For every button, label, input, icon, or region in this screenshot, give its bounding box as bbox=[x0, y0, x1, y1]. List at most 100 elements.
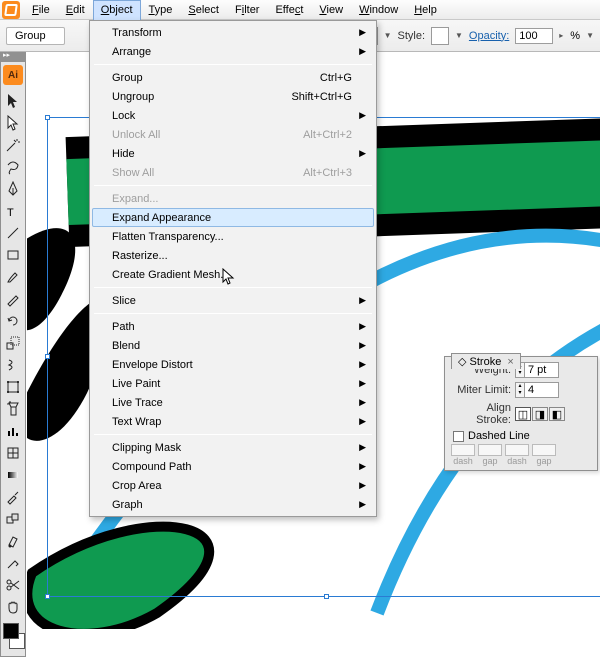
menu-item-crop-area[interactable]: Crop Area▶ bbox=[92, 476, 374, 495]
menu-item-graph[interactable]: Graph▶ bbox=[92, 495, 374, 514]
blend-tool[interactable] bbox=[3, 509, 23, 529]
menu-item-flatten-transparency[interactable]: Flatten Transparency... bbox=[92, 227, 374, 246]
column-graph-tool[interactable] bbox=[3, 421, 23, 441]
stroke-panel-tab[interactable]: ◇ Stroke × bbox=[451, 353, 521, 369]
weight-field[interactable] bbox=[525, 362, 559, 378]
menu-edit[interactable]: Edit bbox=[58, 0, 93, 20]
gap-field-1[interactable] bbox=[478, 444, 502, 456]
rotate-tool[interactable] bbox=[3, 311, 23, 331]
menu-item-rasterize[interactable]: Rasterize... bbox=[92, 246, 374, 265]
menu-item-show-all: Show AllAlt+Ctrl+3 bbox=[92, 163, 374, 182]
dash-field-2[interactable] bbox=[505, 444, 529, 456]
eyedropper-tool[interactable] bbox=[3, 487, 23, 507]
percent-label: % bbox=[570, 30, 580, 42]
dashed-line-label: Dashed Line bbox=[468, 430, 530, 442]
menu-item-arrange[interactable]: Arrange▶ bbox=[92, 42, 374, 61]
selection-tool[interactable] bbox=[3, 91, 23, 111]
slice-tool[interactable] bbox=[3, 553, 23, 573]
fill-stroke-swatches[interactable] bbox=[3, 623, 25, 649]
menu-item-compound-path[interactable]: Compound Path▶ bbox=[92, 457, 374, 476]
menu-select[interactable]: Select bbox=[180, 0, 227, 20]
align-outside[interactable]: ◧ bbox=[549, 407, 565, 421]
menu-effect[interactable]: Effect bbox=[267, 0, 311, 20]
chevron-down-icon[interactable]: ▼ bbox=[384, 31, 392, 40]
warp-tool[interactable] bbox=[3, 355, 23, 375]
menu-item-slice[interactable]: Slice▶ bbox=[92, 291, 374, 310]
submenu-arrow-icon: ▶ bbox=[359, 359, 366, 370]
submenu-arrow-icon: ▶ bbox=[359, 480, 366, 491]
menu-object[interactable]: Object bbox=[93, 0, 141, 20]
gap-field-2[interactable] bbox=[532, 444, 556, 456]
gradient-tool[interactable] bbox=[3, 465, 23, 485]
menu-item-live-paint[interactable]: Live Paint▶ bbox=[92, 374, 374, 393]
submenu-arrow-icon: ▶ bbox=[359, 340, 366, 351]
menu-file[interactable]: File bbox=[24, 0, 58, 20]
scale-tool[interactable] bbox=[3, 333, 23, 353]
align-stroke-buttons[interactable]: ◫ ◨ ◧ bbox=[515, 407, 565, 421]
selection-type[interactable]: Group bbox=[6, 27, 65, 45]
menu-item-expand: Expand... bbox=[92, 189, 374, 208]
menu-item-live-trace[interactable]: Live Trace▶ bbox=[92, 393, 374, 412]
menu-view[interactable]: View bbox=[311, 0, 351, 20]
menu-help[interactable]: Help bbox=[406, 0, 445, 20]
align-inside[interactable]: ◨ bbox=[532, 407, 548, 421]
rectangle-tool[interactable] bbox=[3, 245, 23, 265]
lasso-tool[interactable] bbox=[3, 157, 23, 177]
submenu-arrow-icon: ▶ bbox=[359, 397, 366, 408]
dash-field-1[interactable] bbox=[451, 444, 475, 456]
chevron-down-icon[interactable]: ▼ bbox=[586, 31, 594, 40]
menu-type[interactable]: Type bbox=[141, 0, 181, 20]
toolbox-collapse[interactable] bbox=[0, 52, 26, 62]
menu-item-group[interactable]: GroupCtrl+G bbox=[92, 68, 374, 87]
menu-item-envelope-distort[interactable]: Envelope Distort▶ bbox=[92, 355, 374, 374]
submenu-arrow-icon: ▶ bbox=[359, 321, 366, 332]
submenu-arrow-icon: ▶ bbox=[359, 148, 366, 159]
direct-selection-tool[interactable] bbox=[3, 113, 23, 133]
submenu-arrow-icon: ▶ bbox=[359, 46, 366, 57]
menu-item-blend[interactable]: Blend▶ bbox=[92, 336, 374, 355]
style-swatch[interactable] bbox=[431, 27, 449, 45]
menu-item-ungroup[interactable]: UngroupShift+Ctrl+G bbox=[92, 87, 374, 106]
dashed-line-checkbox[interactable] bbox=[453, 431, 464, 442]
scissors-tool[interactable] bbox=[3, 575, 23, 595]
symbol-sprayer-tool[interactable] bbox=[3, 399, 23, 419]
opacity-label[interactable]: Opacity: bbox=[469, 30, 509, 42]
paintbrush-tool[interactable] bbox=[3, 267, 23, 287]
mesh-tool[interactable] bbox=[3, 443, 23, 463]
line-tool[interactable] bbox=[3, 223, 23, 243]
menu-item-lock[interactable]: Lock▶ bbox=[92, 106, 374, 125]
pen-tool[interactable] bbox=[3, 179, 23, 199]
chevron-down-icon[interactable]: ▼ bbox=[455, 31, 463, 40]
stroke-panel[interactable]: ◇ Stroke × Weight: ▴▾ Miter Limit: ▴▾ Al… bbox=[444, 356, 598, 471]
align-center[interactable]: ◫ bbox=[515, 407, 531, 421]
submenu-arrow-icon: ▶ bbox=[359, 461, 366, 472]
menu-item-create-gradient-mesh[interactable]: Create Gradient Mesh... bbox=[92, 265, 374, 284]
menu-item-path[interactable]: Path▶ bbox=[92, 317, 374, 336]
opacity-field[interactable] bbox=[515, 28, 553, 44]
menu-item-clipping-mask[interactable]: Clipping Mask▶ bbox=[92, 438, 374, 457]
menu-item-transform[interactable]: Transform▶ bbox=[92, 23, 374, 42]
menu-item-hide[interactable]: Hide▶ bbox=[92, 144, 374, 163]
hand-tool[interactable] bbox=[3, 597, 23, 617]
free-transform-tool[interactable] bbox=[3, 377, 23, 397]
menu-filter[interactable]: Filter bbox=[227, 0, 267, 20]
object-menu-dropdown: Transform▶Arrange▶ GroupCtrl+GUngroupShif… bbox=[89, 20, 377, 517]
magic-wand-tool[interactable] bbox=[3, 135, 23, 155]
menu-window[interactable]: Window bbox=[351, 0, 406, 20]
menubar: File Edit Object Type Select Filter Effe… bbox=[0, 0, 600, 20]
live-paint-tool[interactable] bbox=[3, 531, 23, 551]
svg-text:T: T bbox=[7, 207, 14, 219]
submenu-arrow-icon: ▶ bbox=[359, 27, 366, 38]
dash-gap-fields: dash gap dash gap bbox=[451, 444, 591, 466]
menu-item-text-wrap[interactable]: Text Wrap▶ bbox=[92, 412, 374, 431]
close-icon[interactable]: × bbox=[507, 356, 513, 368]
chevron-down-icon[interactable]: ▸ bbox=[559, 31, 563, 40]
type-tool[interactable]: T bbox=[3, 201, 23, 221]
miter-stepper[interactable]: ▴▾ bbox=[515, 382, 525, 398]
fill-color[interactable] bbox=[3, 623, 19, 639]
miter-field[interactable] bbox=[525, 382, 559, 398]
submenu-arrow-icon: ▶ bbox=[359, 378, 366, 389]
app-logo: Ai bbox=[3, 65, 23, 85]
pencil-tool[interactable] bbox=[3, 289, 23, 309]
menu-item-expand-appearance[interactable]: Expand Appearance bbox=[92, 208, 374, 227]
